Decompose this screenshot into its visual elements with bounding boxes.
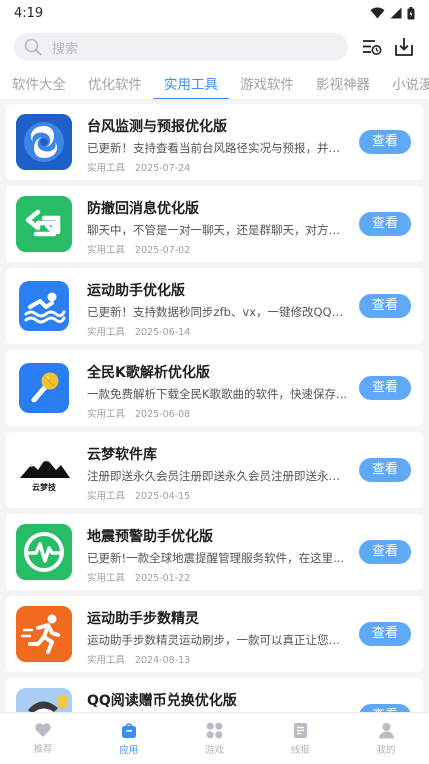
document-icon	[293, 723, 307, 738]
status-icons	[370, 6, 415, 20]
view-button[interactable]: 查看	[359, 212, 411, 236]
app-title: 运动助手优化版	[87, 283, 185, 299]
app-category: 实用工具	[87, 409, 126, 420]
app-meta: 实用工具 2024-08-13	[87, 652, 190, 666]
logo-text: 云梦技	[32, 482, 57, 492]
nav-apps[interactable]: 应用	[86, 713, 172, 764]
view-button[interactable]: 查看	[359, 622, 411, 646]
app-card[interactable]: 台风监测与预报优化版 已更新！支持查看当前台风路径实况与预报，并且... 实用工…	[6, 104, 423, 180]
app-description: 已更新!一款全球地震提醒管理服务软件，在这里...	[87, 551, 345, 565]
app-description: 注册即送永久会员注册即送永久会员注册即送永久...	[87, 469, 349, 483]
tab-software-all[interactable]: 软件大全	[0, 70, 77, 99]
app-title: 防撤回消息优化版	[87, 201, 199, 217]
app-list: 台风监测与预报优化版 已更新！支持查看当前台风路径实况与预报，并且... 实用工…	[0, 100, 429, 712]
swimmer-icon	[16, 278, 72, 334]
app-date: 2025-07-02	[135, 245, 191, 256]
grid-icon	[206, 722, 223, 739]
app-date: 2025-06-08	[135, 409, 191, 420]
app-card[interactable]: QQ阅读赠币兑换优化版 查看	[6, 678, 423, 712]
top-bar: 搜索 软件大全 优化软件 实用工具 游戏软件 影视神器 小说漫	[0, 26, 429, 100]
user-icon	[378, 723, 394, 739]
app-date: 2025-04-15	[135, 491, 191, 502]
undo-arrow-icon	[16, 196, 72, 252]
nav-label: 推荐	[33, 744, 53, 755]
nav-label: 游戏	[204, 745, 224, 756]
view-button[interactable]: 查看	[359, 704, 411, 712]
app-meta: 实用工具 2025-07-24	[87, 160, 190, 174]
view-button[interactable]: 查看	[359, 458, 411, 482]
heartbeat-icon	[16, 524, 72, 580]
status-time: 4:19	[14, 5, 44, 21]
app-title: QQ阅读赠币兑换优化版	[87, 693, 237, 709]
app-card[interactable]: 云梦技 云梦软件库 注册即送永久会员注册即送永久会员注册即送永久... 实用工具…	[6, 432, 423, 508]
typhoon-icon	[16, 114, 72, 170]
bag-icon	[121, 723, 136, 738]
app-title: 地震预警助手优化版	[87, 529, 213, 545]
app-card[interactable]: 地震预警助手优化版 已更新!一款全球地震提醒管理服务软件，在这里... 实用工具…	[6, 514, 423, 590]
app-meta: 实用工具 2025-07-02	[87, 242, 190, 256]
app-date: 2025-01-22	[135, 573, 191, 584]
app-date: 2024-08-13	[135, 655, 191, 666]
view-button[interactable]: 查看	[359, 130, 411, 154]
app-card[interactable]: 运动助手优化版 已更新！支持数据秒同步zfb、vx，一键修改QQ运... 实用工…	[6, 268, 423, 344]
bottom-nav: 推荐 应用 游戏 线报 我的	[0, 712, 429, 764]
app-category: 实用工具	[87, 491, 126, 502]
filter-list-icon	[363, 40, 382, 55]
search-icon	[24, 38, 42, 56]
tab-game-software[interactable]: 游戏软件	[229, 70, 305, 99]
app-description: 一款免费解析下载全民K歌歌曲的软件，快速保存...	[87, 387, 348, 401]
app-meta: 实用工具 2025-06-08	[87, 406, 190, 420]
tab-utility-tools[interactable]: 实用工具	[153, 70, 229, 99]
nav-profile[interactable]: 我的	[343, 713, 429, 764]
app-description: 运动助手步数精灵运动刷步，一款可以真正让您成...	[87, 633, 349, 647]
app-card[interactable]: 全民K歌解析优化版 一款免费解析下载全民K歌歌曲的软件，快速保存... 实用工具…	[6, 350, 423, 426]
battery-icon	[407, 6, 415, 19]
heart-icon	[35, 723, 51, 737]
nav-news[interactable]: 线报	[257, 713, 343, 764]
app-title: 运动助手步数精灵	[87, 611, 199, 627]
tab-optimized-software[interactable]: 优化软件	[77, 70, 153, 99]
app-meta: 实用工具 2025-04-15	[87, 488, 190, 502]
nav-label: 应用	[119, 745, 139, 756]
tab-video-tools[interactable]: 影视神器	[305, 70, 381, 99]
app-category: 实用工具	[87, 163, 126, 174]
search-placeholder: 搜索	[52, 41, 79, 57]
cartoon-avatar-icon	[16, 688, 72, 712]
view-button[interactable]: 查看	[359, 540, 411, 564]
category-tabs: 软件大全 优化软件 实用工具 游戏软件 影视神器 小说漫	[0, 70, 429, 100]
app-meta: 实用工具 2025-01-22	[87, 570, 190, 584]
app-description: 聊天中，不管是一对一聊天，还是群聊天，对方突...	[87, 223, 349, 237]
download-icon	[395, 38, 413, 56]
app-category: 实用工具	[87, 573, 126, 584]
nav-games[interactable]: 游戏	[172, 713, 258, 764]
wifi-icon	[370, 7, 385, 19]
nav-label: 我的	[376, 745, 396, 756]
app-description: 已更新！支持数据秒同步zfb、vx，一键修改QQ运...	[87, 305, 349, 319]
search-input[interactable]: 搜索	[14, 33, 348, 61]
filter-list-button[interactable]	[359, 34, 385, 60]
tab-novel-comics[interactable]: 小说漫	[381, 70, 429, 99]
app-category: 实用工具	[87, 327, 126, 338]
app-title: 台风监测与预报优化版	[87, 119, 227, 135]
download-manager-button[interactable]	[391, 34, 417, 60]
app-date: 2025-07-24	[135, 163, 191, 174]
nav-label: 线报	[290, 745, 310, 756]
app-title: 全民K歌解析优化版	[87, 365, 210, 381]
app-category: 实用工具	[87, 245, 126, 256]
microphone-icon	[16, 360, 72, 416]
app-meta: 实用工具 2025-06-14	[87, 324, 190, 338]
app-description: 已更新！支持查看当前台风路径实况与预报，并且...	[87, 141, 349, 155]
app-card[interactable]: 运动助手步数精灵 运动助手步数精灵运动刷步，一款可以真正让您成... 实用工具 2…	[6, 596, 423, 672]
app-date: 2025-06-14	[135, 327, 191, 338]
cellular-signal-icon	[390, 7, 402, 19]
app-category: 实用工具	[87, 655, 126, 666]
mountain-logo-icon: 云梦技	[16, 442, 72, 498]
nav-recommend[interactable]: 推荐	[0, 713, 86, 764]
view-button[interactable]: 查看	[359, 376, 411, 400]
app-title: 云梦软件库	[87, 447, 157, 463]
status-bar: 4:19	[0, 0, 429, 26]
app-card[interactable]: 防撤回消息优化版 聊天中，不管是一对一聊天，还是群聊天，对方突... 实用工具 2…	[6, 186, 423, 262]
runner-icon	[16, 606, 72, 662]
view-button[interactable]: 查看	[359, 294, 411, 318]
